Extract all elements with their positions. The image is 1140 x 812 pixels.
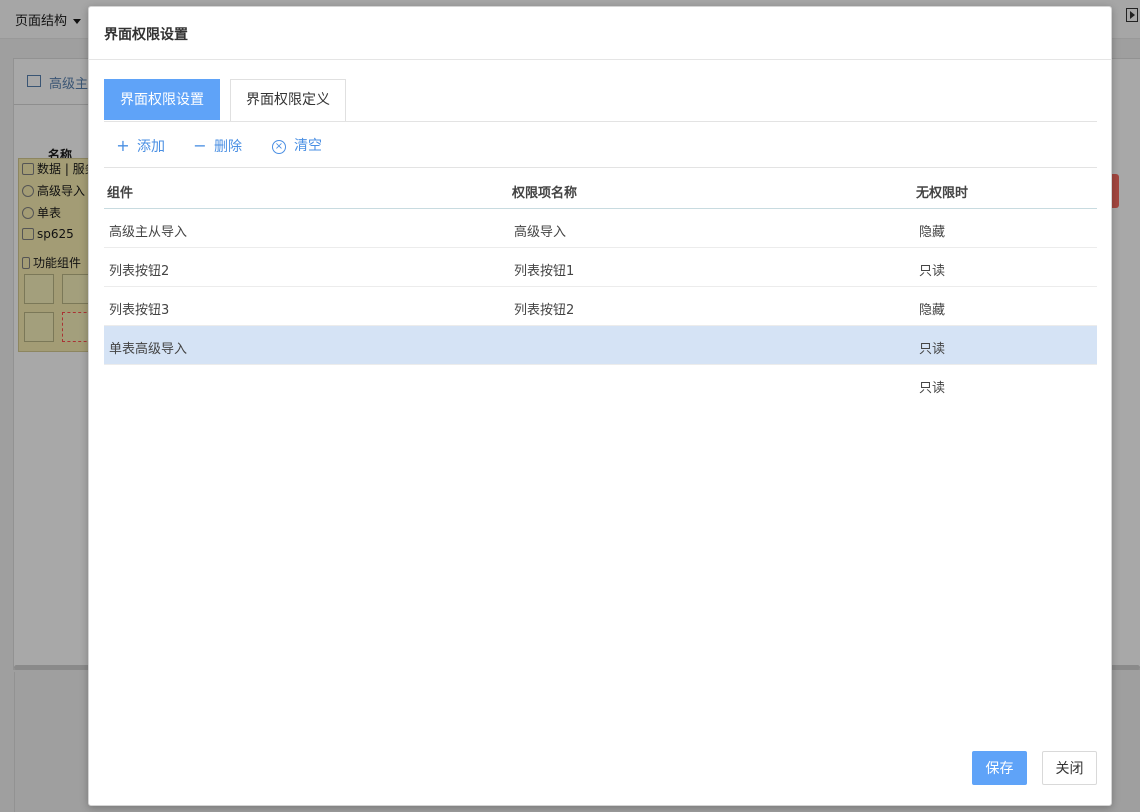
tab-permission-settings[interactable]: 界面权限设置 — [104, 79, 220, 120]
tree-item-label: sp625 — [37, 227, 74, 241]
delete-button[interactable]: − 删除 — [193, 135, 242, 157]
dialog-title: 界面权限设置 — [104, 27, 188, 43]
background-red-tab — [1112, 174, 1119, 208]
d-icon — [22, 228, 34, 240]
column-header-component: 组件 — [107, 186, 134, 201]
table-row[interactable]: 列表按钮3 列表按钮2 隐藏 — [104, 287, 1097, 326]
cell-no-permission[interactable]: 只读 — [919, 338, 945, 357]
minus-icon: − — [193, 136, 207, 155]
cell-no-permission[interactable]: 只读 — [919, 260, 945, 279]
table-row[interactable]: 高级主从导入 高级导入 隐藏 — [104, 209, 1097, 248]
cell-permission[interactable]: 高级导入 — [514, 221, 566, 240]
query-icon — [24, 312, 54, 342]
tree-item: 数据 | 服务 — [22, 160, 97, 177]
table-row[interactable]: 只读 — [104, 365, 1097, 403]
function-icon — [22, 257, 30, 269]
add-button-label: 添加 — [137, 139, 165, 155]
table-header: 组件 权限项名称 无权限时 — [104, 169, 1097, 209]
save-button[interactable]: 保存 — [972, 751, 1027, 785]
tree-item-label: 单表 — [37, 206, 62, 220]
tree-item-label: 功能组件 — [33, 256, 82, 270]
tree-item: sp625 — [22, 227, 74, 241]
cell-permission[interactable]: 列表按钮2 — [514, 299, 574, 318]
tree-item: 功能组件 — [22, 254, 81, 271]
background-tab-label: 高级主 — [49, 77, 89, 92]
column-header-no-permission: 无权限时 — [916, 186, 969, 201]
page-structure-menu: 页面结构 — [15, 10, 82, 29]
column-header-permission-name: 权限项名称 — [512, 186, 578, 201]
cell-component[interactable]: 列表按钮2 — [109, 260, 169, 279]
cell-component[interactable]: 单表高级导入 — [109, 338, 187, 357]
play-icon — [1126, 8, 1138, 22]
permission-table: 组件 权限项名称 无权限时 高级主从导入 高级导入 隐藏 列表按钮2 列表按钮1… — [104, 169, 1097, 403]
page-structure-label: 页面结构 — [15, 14, 68, 29]
database-icon — [22, 163, 34, 175]
table-row-selected[interactable]: 单表高级导入 只读 — [104, 326, 1097, 365]
tree-item-label: 高级导入 — [37, 184, 86, 198]
tab-permission-definition[interactable]: 界面权限定义 — [230, 79, 346, 121]
component-icon — [22, 207, 34, 219]
dialog-header: 界面权限设置 — [89, 7, 1111, 60]
caret-down-icon — [73, 19, 82, 24]
excel-import-icon — [24, 274, 54, 304]
tree-item: 高级导入 — [22, 182, 85, 199]
list-icon — [27, 75, 41, 87]
cell-no-permission[interactable]: 隐藏 — [919, 221, 945, 240]
cell-permission[interactable]: 列表按钮1 — [514, 260, 574, 279]
tree-item: 单表 — [22, 204, 61, 221]
add-button[interactable]: + 添加 — [116, 135, 165, 157]
cell-no-permission[interactable]: 只读 — [919, 377, 945, 396]
component-icon — [22, 185, 34, 197]
cell-component[interactable]: 列表按钮3 — [109, 299, 169, 318]
clear-button-label: 清空 — [294, 138, 322, 154]
permission-dialog: 界面权限设置 界面权限设置 界面权限定义 + 添加 − 删除 × 清空 组件 权限项名… — [88, 6, 1112, 806]
toolbar: + 添加 − 删除 × 清空 — [104, 125, 1097, 168]
clear-circle-icon: × — [272, 140, 286, 154]
cell-component[interactable]: 高级主从导入 — [109, 221, 187, 240]
close-button[interactable]: 关闭 — [1042, 751, 1097, 785]
divider — [14, 104, 94, 105]
plus-icon: + — [116, 136, 130, 155]
delete-button-label: 删除 — [214, 139, 242, 155]
table-row[interactable]: 列表按钮2 列表按钮1 只读 — [104, 248, 1097, 287]
dialog-tabs: 界面权限设置 界面权限定义 — [104, 79, 1097, 122]
cell-no-permission[interactable]: 隐藏 — [919, 299, 945, 318]
clear-button[interactable]: × 清空 — [272, 135, 322, 157]
